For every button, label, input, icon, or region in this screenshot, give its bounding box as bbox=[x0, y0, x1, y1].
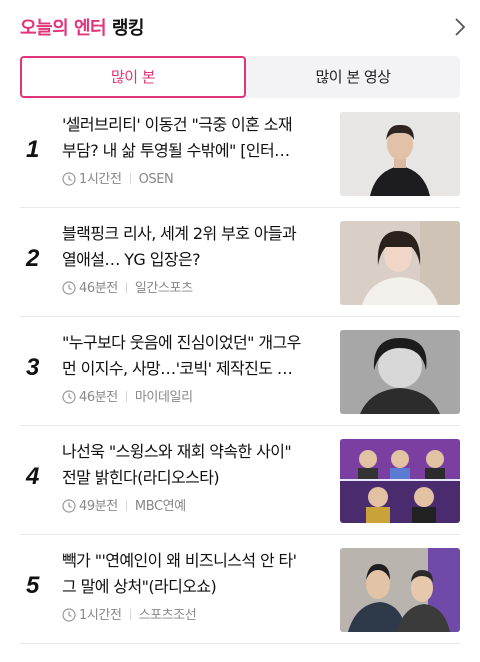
article-headline[interactable]: '셀러브리티' 이동건 "극중 이혼 소재 부담? 내 삶 투영될 수밖에" [… bbox=[62, 112, 334, 164]
headline-line: 블랙핑크 리사, 세계 2위 부호 아들과 bbox=[62, 224, 297, 243]
article-headline[interactable]: 나선욱 "스윙스와 재회 약속한 사이" 전말 밝힌다(라디오스타) bbox=[62, 439, 334, 491]
ranking-item[interactable]: 2 블랙핑크 리사, 세계 2위 부호 아들과 열애설… YG 입장은? 46분… bbox=[20, 209, 460, 317]
ranking-item[interactable]: 5 빽가 "'연예인이 왜 비즈니스석 안 타' 그 말에 상처"(라디오쇼) … bbox=[20, 536, 460, 644]
divider bbox=[125, 500, 127, 511]
clock-icon bbox=[62, 390, 76, 404]
headline-line: 먼 이지수, 사망…'코빅' 제작진도 … bbox=[62, 359, 293, 378]
article-meta: 46분전 일간스포츠 bbox=[62, 277, 193, 296]
article-meta: 46분전 마이데일리 bbox=[62, 386, 193, 405]
tab-most-viewed-video[interactable]: 많이 본 영상 bbox=[246, 56, 460, 98]
divider bbox=[129, 173, 131, 184]
divider bbox=[129, 609, 131, 620]
divider bbox=[125, 391, 127, 402]
article-meta: 1시간전 스포츠조선 bbox=[62, 604, 197, 623]
ranking-item[interactable]: 4 나선욱 "스윙스와 재회 약속한 사이" 전말 밝힌다(라디오스타) 49분… bbox=[20, 427, 460, 535]
ranking-item[interactable]: 3 "누구보다 웃음에 진심이었던" 개그우 먼 이지수, 사망…'코빅' 제작… bbox=[20, 318, 460, 426]
headline-line: 열애설… YG 입장은? bbox=[62, 250, 201, 269]
clock-icon bbox=[62, 608, 76, 622]
article-time: 1시간전 bbox=[79, 172, 122, 187]
chevron-right-icon[interactable] bbox=[450, 16, 470, 38]
headline-line: 빽가 "'연예인이 왜 비즈니스석 안 타' bbox=[62, 551, 297, 570]
section-title-plain: 랭킹 bbox=[111, 18, 145, 39]
article-meta: 1시간전 OSEN bbox=[62, 168, 174, 187]
article-thumbnail[interactable] bbox=[340, 548, 460, 632]
article-source: MBC연예 bbox=[134, 499, 186, 514]
ranking-item[interactable]: 1 '셀러브리티' 이동건 "극중 이혼 소재 부담? 내 삶 투영될 수밖에"… bbox=[20, 100, 460, 208]
rank-number: 2 bbox=[26, 245, 40, 272]
rank-number: 4 bbox=[26, 463, 40, 490]
clock-icon bbox=[62, 499, 76, 513]
article-source: OSEN bbox=[138, 172, 174, 187]
headline-line: "누구보다 웃음에 진심이었던" 개그우 bbox=[62, 333, 301, 352]
article-thumbnail[interactable] bbox=[340, 330, 460, 414]
article-time: 46분전 bbox=[79, 281, 118, 296]
article-source: 마이데일리 bbox=[134, 390, 193, 405]
headline-line: 나선욱 "스윙스와 재회 약속한 사이" bbox=[62, 442, 292, 461]
rank-number: 5 bbox=[26, 572, 40, 599]
rank-number: 1 bbox=[26, 136, 40, 163]
article-headline[interactable]: 블랙핑크 리사, 세계 2위 부호 아들과 열애설… YG 입장은? bbox=[62, 221, 334, 273]
article-source: 스포츠조선 bbox=[138, 608, 197, 623]
article-thumbnail[interactable] bbox=[340, 112, 460, 196]
article-headline[interactable]: 빽가 "'연예인이 왜 비즈니스석 안 타' 그 말에 상처"(라디오쇼) bbox=[62, 548, 334, 600]
divider bbox=[125, 282, 127, 293]
article-time: 1시간전 bbox=[79, 608, 122, 623]
section-header: 오늘의 엔터 랭킹 bbox=[0, 0, 480, 56]
headline-line: '셀러브리티' 이동건 "극중 이혼 소재 bbox=[62, 115, 293, 134]
article-time: 46분전 bbox=[79, 390, 118, 405]
tab-most-viewed[interactable]: 많이 본 bbox=[20, 56, 246, 98]
rank-number: 3 bbox=[26, 354, 40, 381]
article-headline[interactable]: "누구보다 웃음에 진심이었던" 개그우 먼 이지수, 사망…'코빅' 제작진도… bbox=[62, 330, 334, 382]
clock-icon bbox=[62, 172, 76, 186]
article-meta: 49분전 MBC연예 bbox=[62, 495, 186, 514]
article-thumbnail[interactable] bbox=[340, 439, 460, 523]
clock-icon bbox=[62, 281, 76, 295]
headline-line: 전말 밝힌다(라디오스타) bbox=[62, 468, 220, 487]
section-title-accent: 오늘의 엔터 bbox=[20, 18, 107, 39]
article-thumbnail[interactable] bbox=[340, 221, 460, 305]
article-source: 일간스포츠 bbox=[134, 281, 193, 296]
headline-line: 부담? 내 삶 투영될 수밖에" [인터… bbox=[62, 141, 290, 160]
section-title[interactable]: 오늘의 엔터 랭킹 bbox=[20, 14, 144, 40]
ranking-tabs: 많이 본 많이 본 영상 bbox=[20, 56, 460, 98]
headline-line: 그 말에 상처"(라디오쇼) bbox=[62, 577, 217, 596]
article-time: 49분전 bbox=[79, 499, 118, 514]
